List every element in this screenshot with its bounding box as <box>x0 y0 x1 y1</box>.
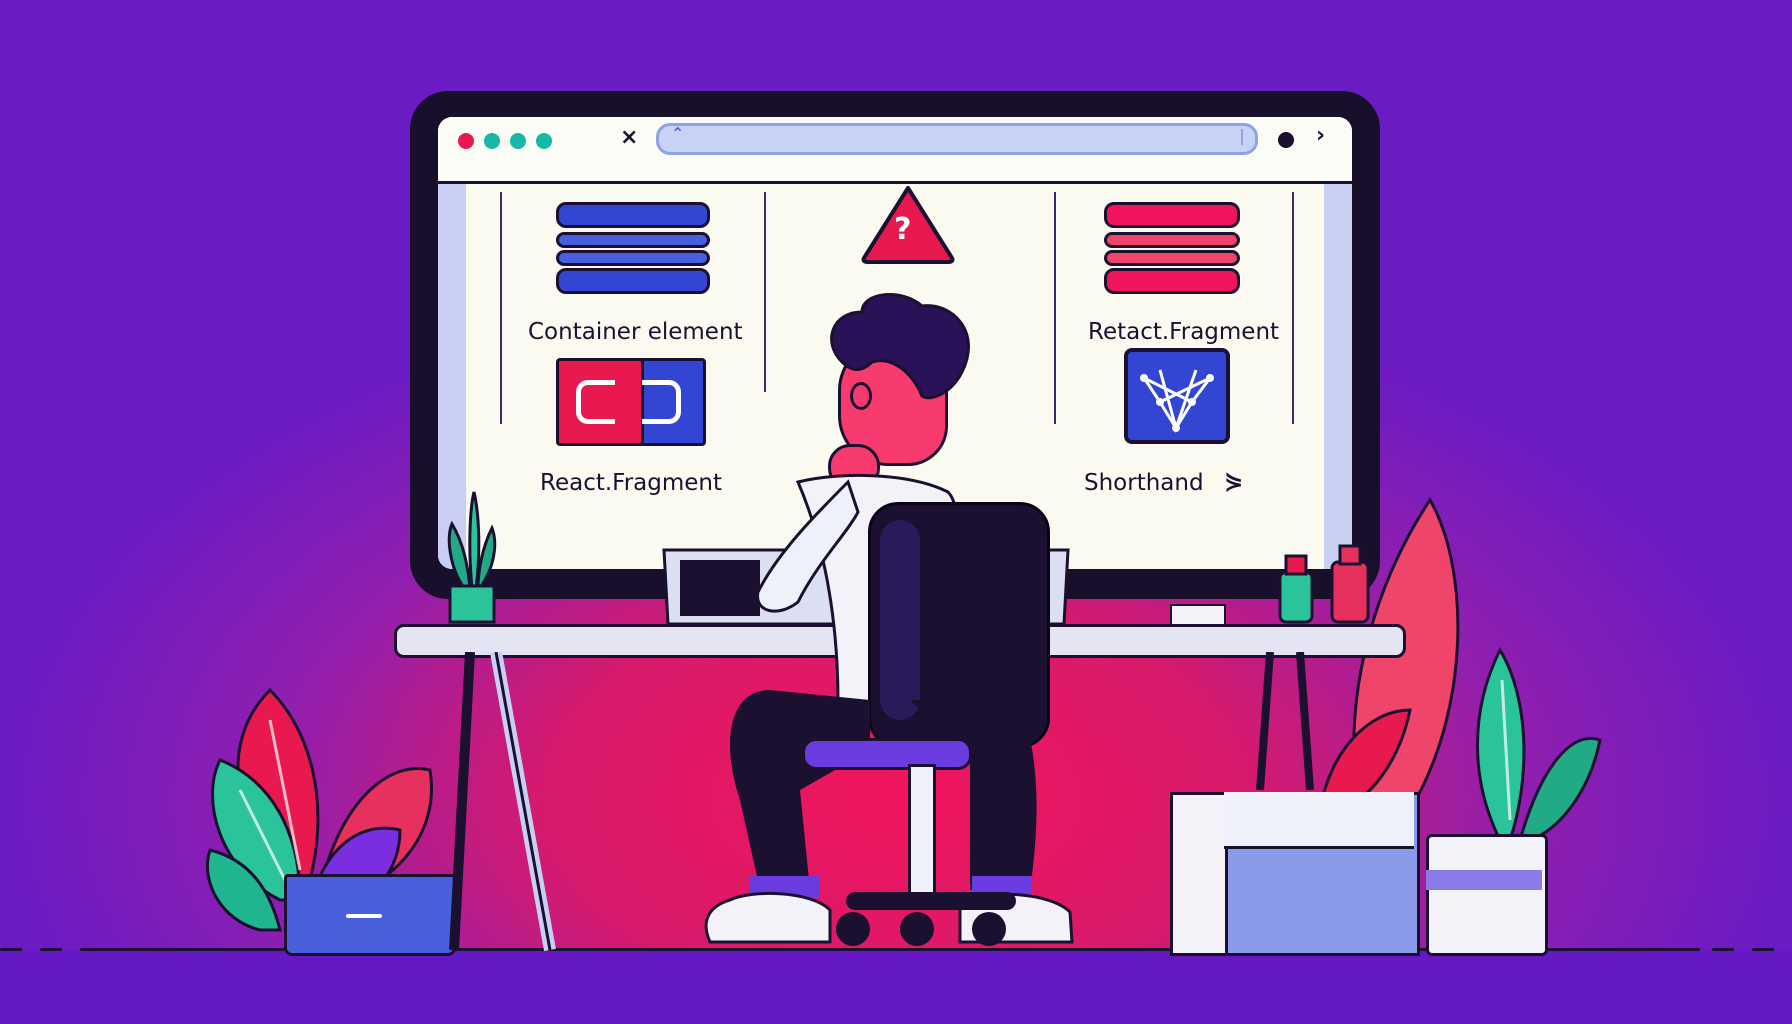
react-fragment-label: React.Fragment <box>540 470 723 496</box>
address-bar[interactable]: ⌃ <box>656 123 1258 155</box>
desk-leg-left <box>449 652 556 952</box>
chevron-right-icon[interactable]: › <box>1316 123 1325 148</box>
chair-wheel <box>900 912 934 946</box>
menu-dot-icon[interactable] <box>1278 132 1294 148</box>
c-box-icon <box>556 358 706 446</box>
person-hair <box>830 293 970 400</box>
book <box>1170 604 1226 626</box>
illustration-scene: × ⌃ › Container element React.Fragment ?… <box>0 0 1792 1024</box>
container-element-label: Container element <box>528 319 743 345</box>
window-dot-teal[interactable] <box>536 133 552 149</box>
floor-dash <box>1752 948 1774 951</box>
window-dot-teal[interactable] <box>510 133 526 149</box>
right-small-plant <box>1476 646 1602 842</box>
person-legs <box>704 690 1074 944</box>
retact-fragment-label: Retact.Fragment <box>1088 319 1280 345</box>
cabinet-side <box>1170 792 1228 956</box>
floor-dash <box>0 948 22 951</box>
browser-toolbar: × ⌃ › <box>438 117 1352 184</box>
close-icon[interactable]: × <box>620 125 638 150</box>
question-mark: ? <box>894 212 912 247</box>
divider <box>1292 192 1294 424</box>
divider <box>764 192 766 392</box>
chair-pole <box>908 764 936 900</box>
right-pot <box>1426 834 1548 956</box>
chair-wheel <box>972 912 1006 946</box>
window-dot-red[interactable] <box>458 133 474 149</box>
shorthand-glyph: ⋟ <box>1224 468 1244 494</box>
chair-base <box>846 892 1016 910</box>
scroll-strip-right <box>1324 184 1352 569</box>
pot-band <box>1426 870 1542 890</box>
floor-dash <box>40 948 62 951</box>
divider <box>1054 192 1056 424</box>
fragment-network-icon <box>1124 348 1230 444</box>
address-icon: ⌃ <box>671 124 685 143</box>
shorthand-label: Shorthand <box>1084 470 1204 496</box>
floor-dash <box>1712 948 1734 951</box>
cactus-plant <box>447 491 497 624</box>
pot-highlight <box>346 914 382 918</box>
window-dot-teal[interactable] <box>484 133 500 149</box>
text-caret <box>1241 129 1243 145</box>
cabinet-drawer <box>1224 792 1414 849</box>
divider <box>500 192 502 424</box>
chair-seat <box>802 738 972 770</box>
chair-wheel <box>836 912 870 946</box>
desk-leg-right <box>1256 652 1314 791</box>
bottles <box>1278 544 1370 624</box>
